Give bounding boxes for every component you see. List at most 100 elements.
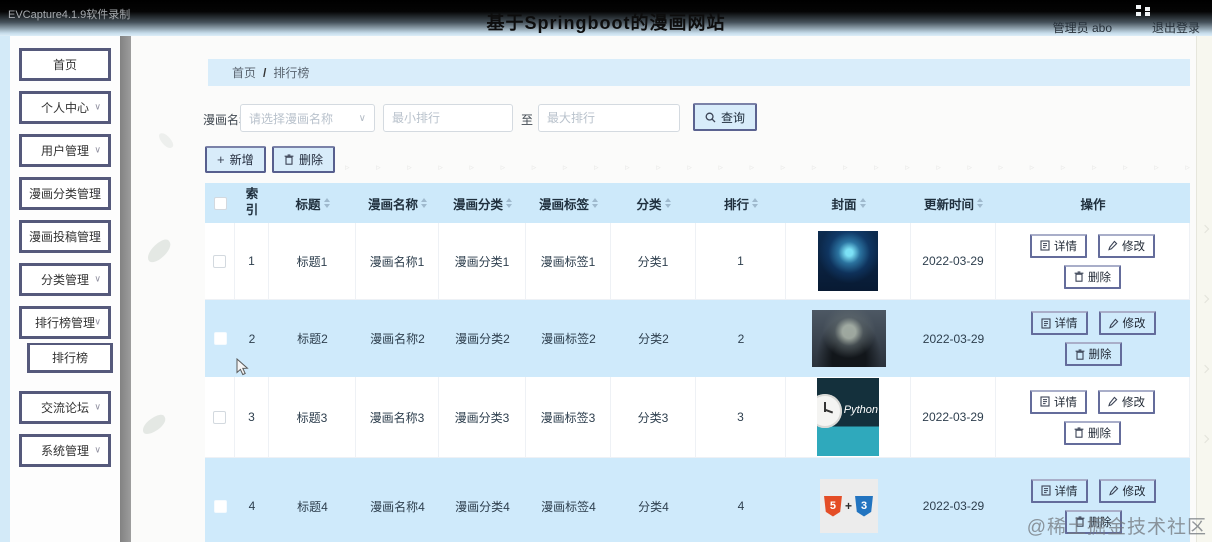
comic-name-select[interactable]: 请选择漫画名称 ∨ (240, 104, 375, 132)
sidebar: 首页 个人中心 ∨ 用户管理 ∨ 漫画分类管理 ∨ 漫画投稿管理 ∨ 分类管理 … (10, 36, 120, 542)
edit-button[interactable]: 修改 (1098, 233, 1155, 258)
add-button-label: 新增 (229, 153, 254, 167)
sidebar-item[interactable]: 漫画分类管理 ∨ (19, 177, 111, 210)
sort-icon[interactable] (421, 198, 427, 208)
remove-button[interactable]: 删除 (1064, 264, 1121, 289)
cell-title: 标题4 (297, 499, 328, 514)
chevron-down-icon: ∨ (358, 112, 366, 124)
cell-actions: 详情 修改 删除 (996, 377, 1190, 457)
column-header[interactable]: 标题 (269, 194, 356, 213)
cover-image: Python (817, 378, 879, 456)
row-checkbox-cell (205, 377, 235, 457)
sidebar-item[interactable]: 用户管理 ∨ (19, 134, 111, 167)
cell-index: 3 (235, 377, 269, 457)
column-header[interactable]: 更新时间 (911, 194, 996, 213)
table-row: 1 标题1 漫画名称1 漫画分类1 漫画标签1 分类1 1 2022-03-29 (205, 223, 1190, 300)
trash-icon (1074, 427, 1084, 438)
column-header-label: 封面 (831, 197, 857, 212)
cell-updated-time: 2022-03-29 (911, 223, 996, 299)
sidebar-item[interactable]: 排行榜管理 ∨ (19, 306, 111, 339)
sort-icon[interactable] (752, 198, 758, 208)
title-bar: EVCapture4.1.9软件录制 基于Springboot的漫画网站 管理员… (0, 0, 1212, 36)
sidebar-item-label: 分类管理 (40, 273, 89, 287)
logout-link[interactable]: 退出登录 (1152, 19, 1200, 36)
column-header[interactable]: 漫画名称 (356, 194, 439, 213)
sort-icon[interactable] (664, 198, 671, 208)
remove-button[interactable]: 删除 (1064, 420, 1121, 445)
remove-button[interactable]: 删除 (1064, 342, 1122, 366)
breadcrumb-home[interactable]: 首页 (232, 64, 256, 81)
cell-comic-tag: 漫画标签1 (526, 223, 611, 299)
column-header[interactable]: 排行 (696, 194, 786, 213)
column-header-label: 漫画标签 (538, 197, 589, 212)
cell-rank: 4 (737, 499, 745, 513)
page-title: 基于Springboot的漫画网站 (486, 13, 726, 33)
detail-button-label: 详情 (1054, 396, 1077, 409)
column-header[interactable]: 漫画分类 (439, 194, 526, 213)
detail-button[interactable]: 详情 (1030, 311, 1088, 335)
watermark: @稀土掘金技术社区 (1026, 517, 1207, 538)
search-button-label: 查询 (721, 110, 746, 125)
search-button[interactable]: 查询 (693, 103, 758, 131)
add-button[interactable]: + 新增 (205, 146, 266, 173)
main-content: 首页 / 排行榜 漫画名称 请选择漫画名称 ∨ 至 查询 + 新增 (131, 36, 1212, 542)
sidebar-item-label: 系统管理 (40, 444, 89, 458)
admin-user-label: 管理员 abo (1052, 21, 1112, 35)
edit-button[interactable]: 修改 (1098, 389, 1155, 414)
leaf-decoration (157, 130, 175, 151)
chevron-down-icon: ∨ (94, 101, 101, 112)
row-checkbox[interactable] (213, 254, 226, 268)
column-header-label: 索引 (245, 187, 259, 217)
sidebar-item[interactable]: 系统管理 ∨ (19, 434, 111, 467)
row-checkbox[interactable] (213, 332, 227, 345)
cell-updated-time: 2022-03-29 (922, 499, 985, 513)
plus-icon: + (217, 152, 225, 167)
detail-button[interactable]: 详情 (1030, 233, 1087, 258)
sort-icon[interactable] (592, 198, 598, 208)
max-rank-input[interactable] (538, 104, 680, 132)
edit-button-label: 修改 (1122, 396, 1145, 409)
delete-button[interactable]: 删除 (272, 146, 336, 173)
sidebar-scrollbar[interactable] (120, 36, 131, 542)
sidebar-item[interactable]: 个人中心 ∨ (19, 91, 111, 124)
row-checkbox[interactable] (213, 499, 227, 513)
column-header: 索引 (235, 187, 269, 218)
column-header-label: 漫画名称 (367, 197, 418, 212)
sort-icon[interactable] (859, 198, 866, 208)
column-header[interactable]: 分类 (611, 194, 696, 213)
recorder-grid-icon[interactable] (1136, 5, 1150, 16)
sort-icon[interactable] (977, 198, 983, 208)
edit-button[interactable]: 修改 (1098, 311, 1156, 335)
column-header-label: 标题 (295, 197, 321, 212)
select-all-checkbox[interactable] (213, 196, 227, 210)
row-checkbox[interactable] (213, 410, 226, 424)
column-header-label: 更新时间 (923, 197, 974, 212)
sidebar-item[interactable]: 交流论坛 ∨ (19, 391, 111, 424)
sidebar-item[interactable]: 排行榜 (27, 343, 113, 373)
sidebar-item[interactable]: 首页 (19, 48, 111, 81)
column-header[interactable]: 封面 (786, 194, 911, 213)
cell-comic-name: 漫画名称2 (370, 332, 425, 346)
sidebar-item[interactable]: 漫画投稿管理 ∨ (19, 220, 111, 253)
detail-button[interactable]: 详情 (1030, 389, 1087, 414)
trash-icon (1075, 348, 1084, 360)
cell-actions: 详情 修改 删除 (996, 223, 1190, 299)
sort-icon[interactable] (506, 198, 512, 208)
clock-icon (817, 394, 842, 428)
cell-index: 1 (235, 223, 269, 299)
sort-icon[interactable] (323, 198, 330, 208)
detail-button[interactable]: 详情 (1030, 478, 1088, 503)
page-scrollbar[interactable] (1196, 36, 1212, 542)
sidebar-item-label: 漫画投稿管理 (28, 230, 101, 244)
cell-index: 4 (248, 499, 256, 513)
detail-button-label: 详情 (1054, 485, 1078, 498)
min-rank-input[interactable] (383, 104, 513, 132)
to-label: 至 (521, 113, 534, 127)
app-window: EVCapture4.1.9软件录制 基于Springboot的漫画网站 管理员… (0, 0, 1212, 542)
column-header[interactable]: 漫画标签 (526, 194, 611, 213)
cell-comic-name: 漫画名称3 (356, 377, 439, 457)
column-header-label: 分类 (636, 197, 662, 212)
sidebar-item[interactable]: 分类管理 ∨ (19, 263, 111, 296)
pencil-icon (1108, 485, 1118, 496)
edit-button[interactable]: 修改 (1098, 478, 1156, 503)
